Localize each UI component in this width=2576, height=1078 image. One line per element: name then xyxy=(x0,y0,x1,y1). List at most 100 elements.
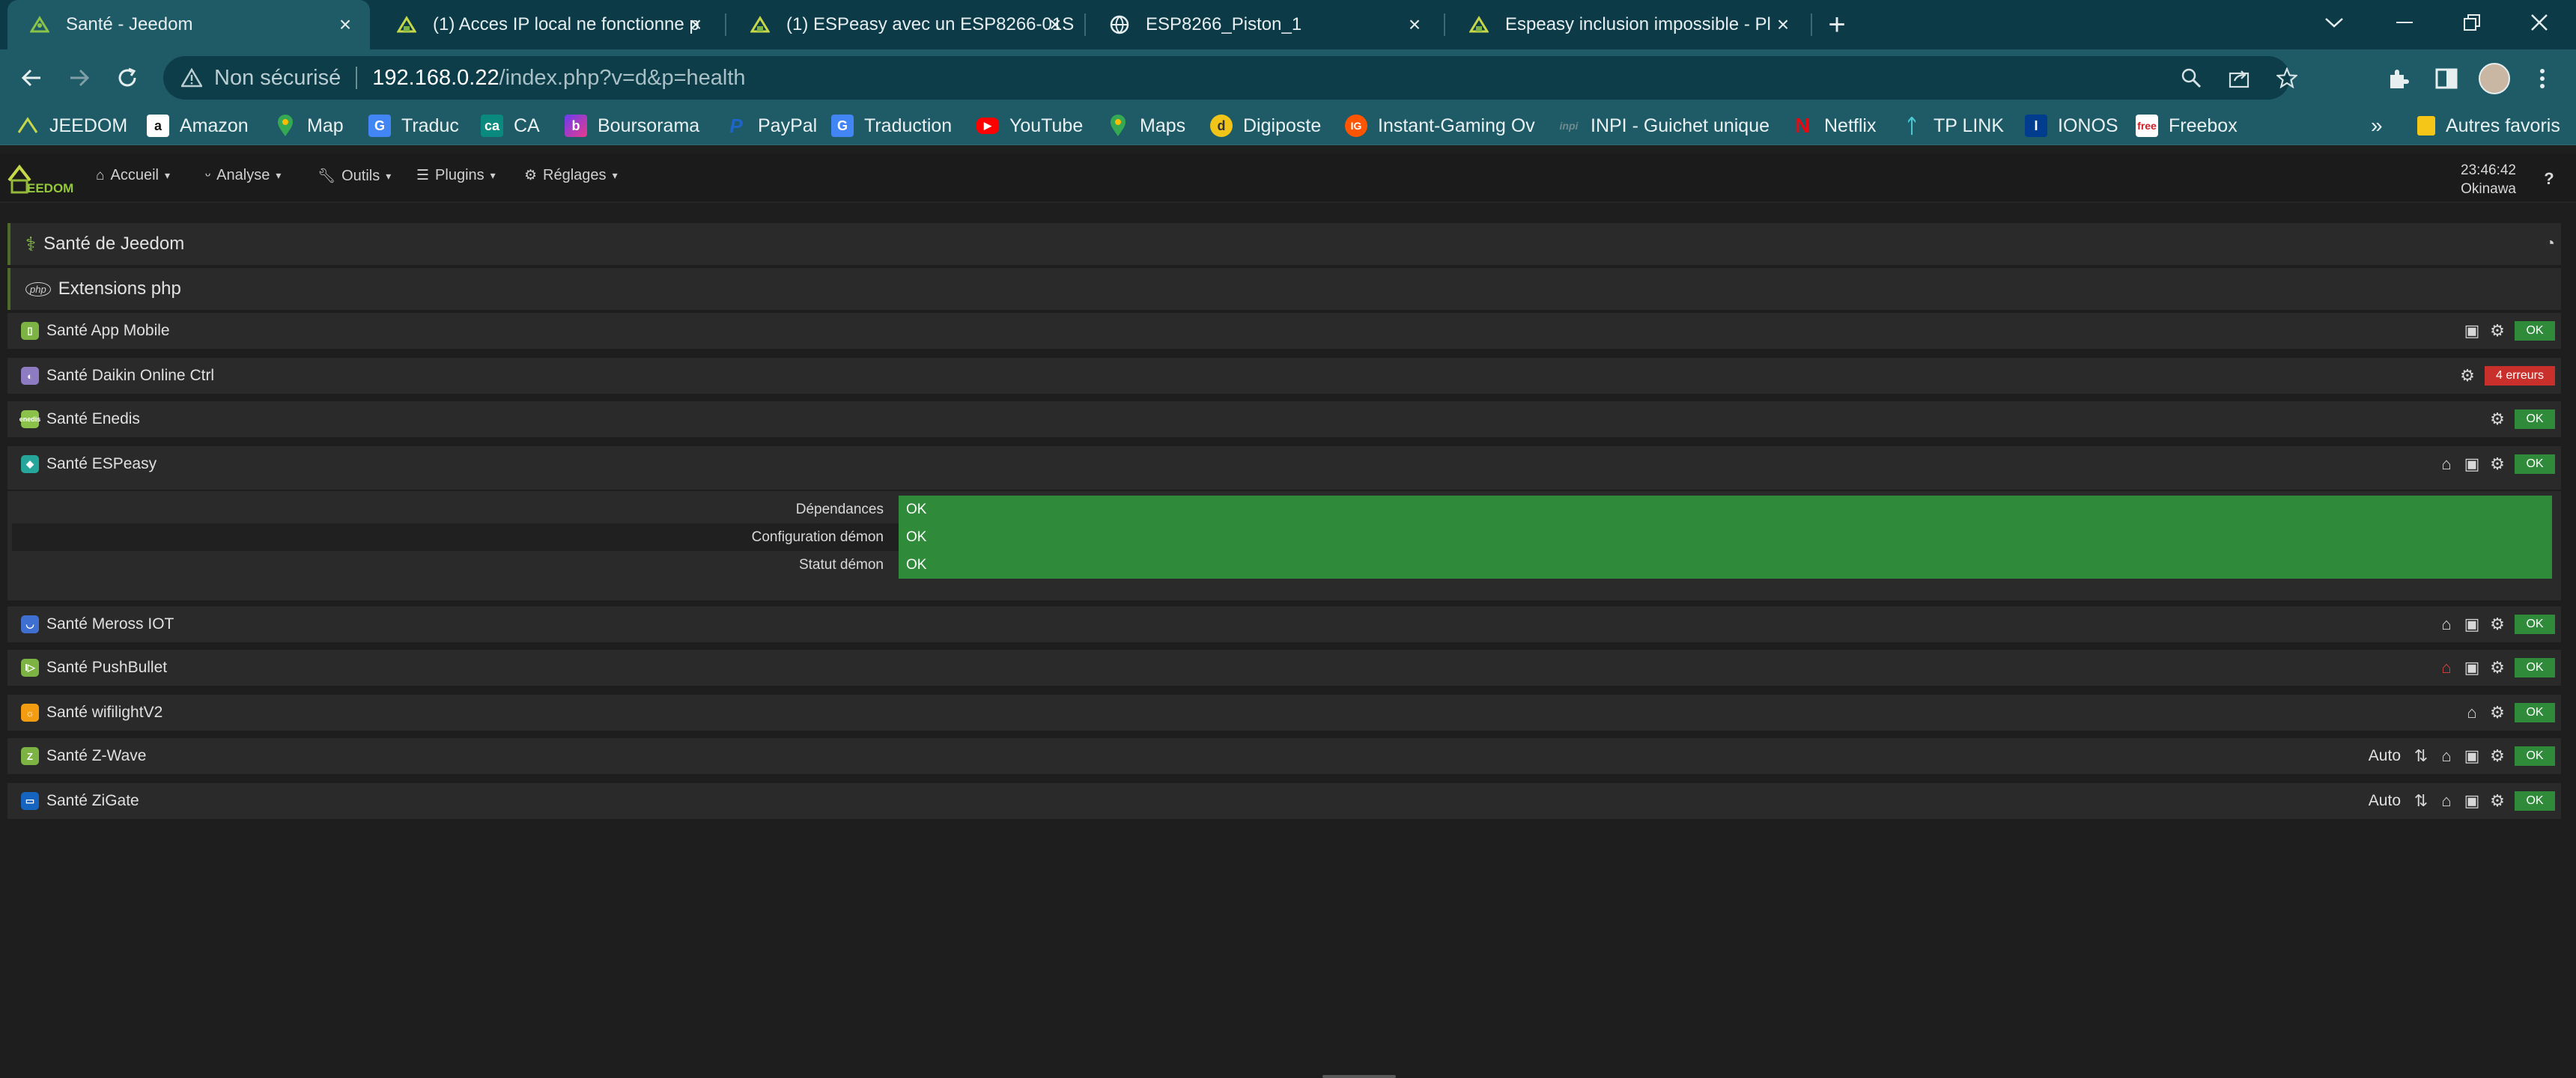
bookmark-label: Freebox xyxy=(2169,115,2238,136)
star-icon[interactable] xyxy=(2266,56,2308,100)
bank-icon[interactable]: ⌂ xyxy=(2434,744,2459,768)
url-text[interactable]: 192.168.0.22/index.php?v=d&p=health xyxy=(372,66,745,91)
tab-strip: Santé - Jeedom × (1) Acces IP local ne f… xyxy=(0,0,2576,49)
menu-reglages[interactable]: ⚙ Réglages ▾ xyxy=(524,167,618,184)
menu-accueil[interactable]: ⌂ Accueil ▾ xyxy=(96,167,170,184)
row-tools: ⚙ OK xyxy=(2485,407,2555,431)
bookmark-traduction[interactable]: G Traduction xyxy=(831,112,952,139)
status-badge: OK xyxy=(2515,658,2555,677)
bookmark-map[interactable]: Map xyxy=(274,112,344,139)
plugin-row-wifilight[interactable]: ☼ Santé wifilightV2 ⌂ ⚙ OK xyxy=(7,695,2561,731)
other-bookmarks[interactable]: Autres favoris xyxy=(2417,112,2560,139)
camera-icon[interactable]: ▣ xyxy=(2459,452,2485,476)
plugin-row-meross[interactable]: ◡ Santé Meross IOT ⌂ ▣ ⚙ OK xyxy=(7,606,2561,642)
bookmark-digiposte[interactable]: d Digiposte xyxy=(1210,112,1321,139)
reload-button[interactable] xyxy=(112,63,142,93)
security-label[interactable]: Non sécurisé xyxy=(214,66,341,91)
camera-icon[interactable]: ▣ xyxy=(2459,319,2485,343)
bank-icon[interactable]: ⌂ xyxy=(2459,701,2485,725)
bookmark-ca[interactable]: ca CA xyxy=(481,112,540,139)
avatar[interactable] xyxy=(2479,63,2510,94)
bookmark-netflix[interactable]: N Netflix xyxy=(1791,112,1877,139)
bookmark-youtube[interactable]: ▶ YouTube xyxy=(976,112,1083,139)
bank-icon[interactable]: ⌂ xyxy=(2434,612,2459,636)
cogs-icon[interactable]: ⚙ xyxy=(2455,364,2480,388)
tab-espeasy-esp8266[interactable]: (1) ESPeasy avec un ESP8266-01S × xyxy=(728,0,1080,49)
plugin-row-espeasy[interactable]: ◆ Santé ESPeasy ⌂ ▣ ⚙ OK xyxy=(7,446,2561,490)
tab-espeasy-inclusion[interactable]: Espeasy inclusion impossible - Pl × xyxy=(1447,0,1808,49)
plugin-row-zigate[interactable]: ▭ Santé ZiGate Auto ⇅ ⌂ ▣ ⚙ OK xyxy=(7,783,2561,819)
panel-sante-jeedom[interactable]: ⚕ Santé de Jeedom ◔ xyxy=(7,223,2561,265)
sidepanel-icon[interactable] xyxy=(2431,63,2462,94)
bookmark-jeedom[interactable]: JEEDOM xyxy=(16,112,127,139)
plugin-row-enedis[interactable]: enedis Santé Enedis ⚙ OK xyxy=(7,401,2561,437)
new-tab-button[interactable]: + xyxy=(1821,8,1853,41)
plugin-row-pushbullet[interactable]: I▷ Santé PushBullet ⌂ ▣ ⚙ OK xyxy=(7,650,2561,686)
close-icon[interactable]: × xyxy=(1044,13,1066,36)
bank-icon[interactable]: ⌂ xyxy=(2434,452,2459,476)
cogs-icon[interactable]: ⚙ xyxy=(2485,701,2510,725)
forward-button[interactable] xyxy=(64,63,94,93)
back-button[interactable] xyxy=(16,63,46,93)
cogs-icon[interactable]: ⚙ xyxy=(2485,744,2510,768)
camera-icon[interactable]: ▣ xyxy=(2459,744,2485,768)
address-bar[interactable]: Non sécurisé 192.168.0.22/index.php?v=d&… xyxy=(163,56,2297,100)
bookmark-freebox[interactable]: free Freebox xyxy=(2136,112,2238,139)
plugin-row-app-mobile[interactable]: ▯ Santé App Mobile ▣ ⚙ OK xyxy=(7,313,2561,349)
bookmark-traduc[interactable]: G Traduc xyxy=(368,112,459,139)
bookmarks-overflow-button[interactable]: » xyxy=(2371,112,2383,139)
more-menu-icon[interactable] xyxy=(2527,63,2558,94)
bookmark-inpi[interactable]: inpi INPI - Guichet unique xyxy=(1558,112,1770,139)
warning-icon[interactable] xyxy=(180,66,204,90)
sort-icon[interactable]: ⇅ xyxy=(2408,789,2434,813)
camera-icon[interactable]: ▣ xyxy=(2459,656,2485,680)
camera-icon[interactable]: ▣ xyxy=(2459,789,2485,813)
bookmark-instant-gaming[interactable]: IG Instant-Gaming Ov xyxy=(1345,112,1535,139)
menu-plugins[interactable]: ☰ Plugins ▾ xyxy=(416,167,496,184)
jeedom-logo[interactable]: EEDOM xyxy=(6,159,78,198)
bookmark-amazon[interactable]: a Amazon xyxy=(147,112,249,139)
menu-outils[interactable]: 🔧︎ Outils ▾ xyxy=(318,167,391,185)
cogs-icon[interactable]: ⚙ xyxy=(2485,789,2510,813)
cogs-icon[interactable]: ⚙ xyxy=(2485,656,2510,680)
plugin-row-zwave[interactable]: Z Santé Z-Wave Auto ⇅ ⌂ ▣ ⚙ OK xyxy=(7,738,2561,774)
menu-analyse[interactable]: ᵕ Analyse ▾ xyxy=(205,167,281,184)
bank-icon[interactable]: ⌂ xyxy=(2434,789,2459,813)
sort-icon[interactable]: ⇅ xyxy=(2408,744,2434,768)
extensions-icon[interactable] xyxy=(2383,63,2414,94)
tab-search-button[interactable] xyxy=(2300,0,2368,45)
cogs-icon[interactable]: ⚙ xyxy=(2485,452,2510,476)
bookmark-paypal[interactable]: P PayPal xyxy=(725,112,817,139)
bank-icon[interactable]: ⌂ xyxy=(2434,656,2459,680)
restore-button[interactable] xyxy=(2438,0,2506,45)
bookmark-label: Map xyxy=(307,115,344,136)
plugin-row-daikin[interactable]: ◐ Santé Daikin Online Ctrl ⚙ 4 erreurs xyxy=(7,358,2561,394)
close-icon[interactable]: × xyxy=(684,13,707,36)
clock: 23:46:42 Okinawa xyxy=(2426,161,2516,198)
help-icon[interactable]: ? xyxy=(2539,168,2560,189)
tab-esp8266-piston[interactable]: ESP8266_Piston_1 × xyxy=(1087,0,1439,49)
wifilight-icon: ☼ xyxy=(21,704,39,722)
panel-title: Santé de Jeedom xyxy=(43,234,185,254)
bookmark-ionos[interactable]: I IONOS xyxy=(2025,112,2118,139)
scroll-indicator[interactable] xyxy=(1322,1075,1396,1078)
bookmark-maps[interactable]: Maps xyxy=(1107,112,1185,139)
minimize-button[interactable] xyxy=(2371,0,2438,45)
cogs-icon[interactable]: ⚙ xyxy=(2485,319,2510,343)
share-icon[interactable] xyxy=(2218,56,2260,100)
close-window-button[interactable] xyxy=(2506,0,2573,45)
tab-sante-jeedom[interactable]: Santé - Jeedom × xyxy=(7,0,370,49)
tab-acces-ip[interactable]: (1) Acces IP local ne fonctionne p × xyxy=(374,0,720,49)
cogs-icon[interactable]: ⚙ xyxy=(2485,407,2510,431)
close-icon[interactable]: × xyxy=(334,13,356,36)
close-icon[interactable]: × xyxy=(1772,13,1794,36)
dashboard-icon[interactable]: ◔ xyxy=(2545,234,2555,253)
bookmark-tplink[interactable]: ᛏ TP LINK xyxy=(1901,112,2004,139)
cogs-icon[interactable]: ⚙ xyxy=(2485,612,2510,636)
camera-icon[interactable]: ▣ xyxy=(2459,612,2485,636)
panel-extensions-php[interactable]: php Extensions php xyxy=(7,268,2561,310)
enedis-icon: enedis xyxy=(19,410,40,428)
zoom-icon[interactable] xyxy=(2170,56,2212,100)
close-icon[interactable]: × xyxy=(1403,13,1426,36)
bookmark-boursorama[interactable]: b Boursorama xyxy=(565,112,699,139)
